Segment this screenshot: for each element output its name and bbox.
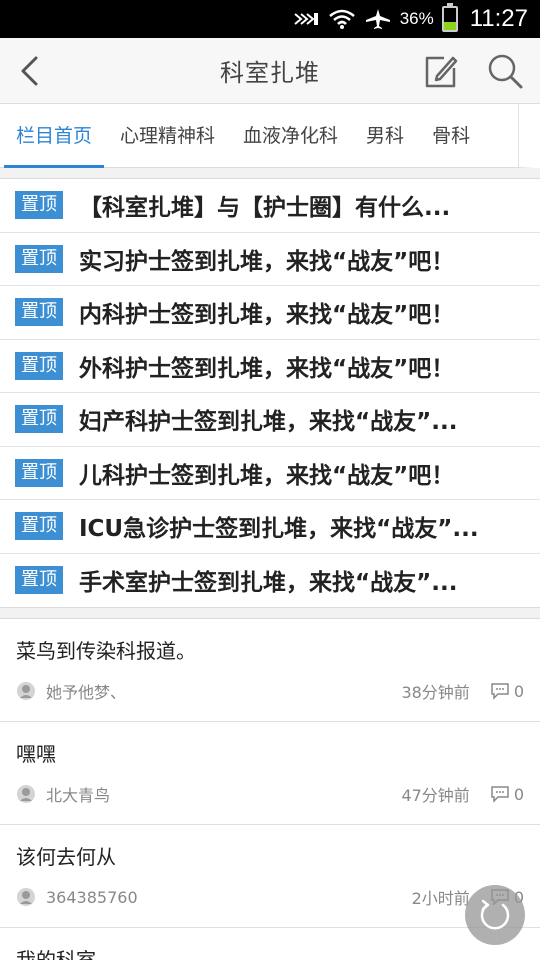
tab-psychiatry[interactable]: 心理精神科 — [120, 104, 215, 168]
post-time: 38分钟前 — [401, 683, 470, 702]
battery-percent: 36% — [399, 9, 434, 28]
post-time: 2小时前 — [411, 889, 470, 908]
pinned-title: 内科护士签到扎堆，来找“战友”吧！ — [79, 302, 455, 329]
tab-home[interactable]: 栏目首页 — [3, 104, 105, 168]
pinned-tag: 置顶 — [15, 405, 63, 434]
pinned-item[interactable]: 置顶 儿科护士签到扎堆，来找“战友”吧！ — [0, 447, 540, 500]
pinned-item[interactable]: 置顶 外科护士签到扎堆，来找“战友”吧！ — [0, 340, 540, 393]
avatar-icon — [17, 785, 35, 803]
clock: 11:27 — [469, 5, 528, 32]
post-time: 47分钟前 — [401, 786, 470, 805]
pinned-title: 手术室护士签到扎堆，来找“战友”... — [79, 570, 458, 597]
pinned-tag: 置顶 — [15, 458, 63, 487]
nfc-icon — [294, 13, 318, 25]
post-item[interactable]: 我的科室 — [0, 928, 540, 960]
pinned-tag: 置顶 — [15, 244, 63, 273]
pinned-item[interactable]: 置顶 实习护士签到扎堆，来找“战友”吧！ — [0, 233, 540, 286]
post-author: 北大青鸟 — [46, 786, 111, 805]
post-item[interactable]: 嘿嘿 北大青鸟 47分钟前 0 — [0, 722, 540, 825]
post-meta: 北大青鸟 47分钟前 0 — [16, 782, 524, 806]
post-feed: 菜鸟到传染科报道。 她予他梦、 38分钟前 0 嘿嘿 北大青鸟 47分钟前 0 … — [0, 618, 540, 960]
battery-fill — [443, 22, 456, 30]
airplane-mode-icon — [365, 9, 390, 29]
avatar-icon — [17, 682, 35, 700]
search-icon[interactable] — [486, 52, 524, 90]
pinned-title: 儿科护士签到扎堆，来找“战友”吧！ — [79, 462, 455, 489]
battery-icon — [441, 3, 458, 32]
pinned-list: 置顶 【科室扎堆】与【护士圈】有什么... 置顶 实习护士签到扎堆，来找“战友”… — [0, 178, 540, 608]
post-title: 该何去何从 — [16, 845, 116, 869]
category-tabs: 栏目首页 心理精神科 血液净化科 男科 骨科 — [0, 104, 540, 168]
post-author: 她予他梦、 — [46, 683, 127, 702]
pinned-tag: 置顶 — [15, 191, 63, 220]
refresh-icon — [480, 899, 510, 930]
tab-orthopedics[interactable]: 骨科 — [432, 104, 470, 168]
comment-count: 0 — [513, 784, 524, 804]
pinned-item[interactable]: 置顶 手术室护士签到扎堆，来找“战友”... — [0, 554, 540, 608]
post-title: 我的科室 — [16, 948, 96, 960]
post-meta: 364385760 2小时前 0 — [16, 885, 524, 909]
pinned-tag: 置顶 — [15, 566, 63, 595]
comment-icon — [491, 683, 509, 700]
pinned-title: 妇产科护士签到扎堆，来找“战友”... — [79, 409, 458, 436]
comment-icon — [491, 786, 509, 803]
refresh-button[interactable] — [465, 885, 525, 945]
pinned-tag: 置顶 — [15, 512, 63, 541]
post-title: 嘿嘿 — [16, 742, 56, 766]
pinned-item[interactable]: 置顶 【科室扎堆】与【护士圈】有什么... — [0, 179, 540, 233]
tabs-scroll-fade — [518, 104, 540, 168]
edit-icon[interactable] — [422, 52, 460, 90]
wifi-icon — [328, 9, 355, 29]
pinned-title: 【科室扎堆】与【护士圈】有什么... — [79, 195, 451, 222]
pinned-tag: 置顶 — [15, 351, 63, 380]
pinned-item[interactable]: 置顶 ICU急诊护士签到扎堆，来找“战友”... — [0, 500, 540, 554]
tab-andrology[interactable]: 男科 — [366, 104, 404, 168]
pinned-title: 实习护士签到扎堆，来找“战友”吧！ — [79, 248, 455, 275]
post-title: 菜鸟到传染科报道。 — [16, 639, 196, 663]
post-item[interactable]: 该何去何从 364385760 2小时前 0 — [0, 825, 540, 928]
post-meta: 她予他梦、 38分钟前 0 — [16, 679, 524, 703]
pinned-item[interactable]: 置顶 妇产科护士签到扎堆，来找“战友”... — [0, 393, 540, 447]
post-author: 364385760 — [46, 887, 138, 907]
pinned-item[interactable]: 置顶 内科护士签到扎堆，来找“战友”吧！ — [0, 286, 540, 340]
pinned-title: 外科护士签到扎堆，来找“战友”吧！ — [79, 355, 455, 382]
title-bar: 科室扎堆 — [0, 38, 540, 104]
post-item[interactable]: 菜鸟到传染科报道。 她予他梦、 38分钟前 0 — [0, 619, 540, 722]
status-bar: 36% 11:27 — [0, 0, 540, 38]
pinned-title: ICU急诊护士签到扎堆，来找“战友”... — [79, 516, 479, 543]
screen: 36% 11:27 科室扎堆 栏目首页 心理精神科 血液净化科 男科 骨科 置顶 — [0, 0, 540, 960]
tab-hemodialysis[interactable]: 血液净化科 — [243, 104, 338, 168]
avatar-icon — [17, 888, 35, 906]
pinned-tag: 置顶 — [15, 298, 63, 327]
back-icon[interactable] — [12, 52, 50, 90]
comment-count: 0 — [513, 681, 524, 701]
